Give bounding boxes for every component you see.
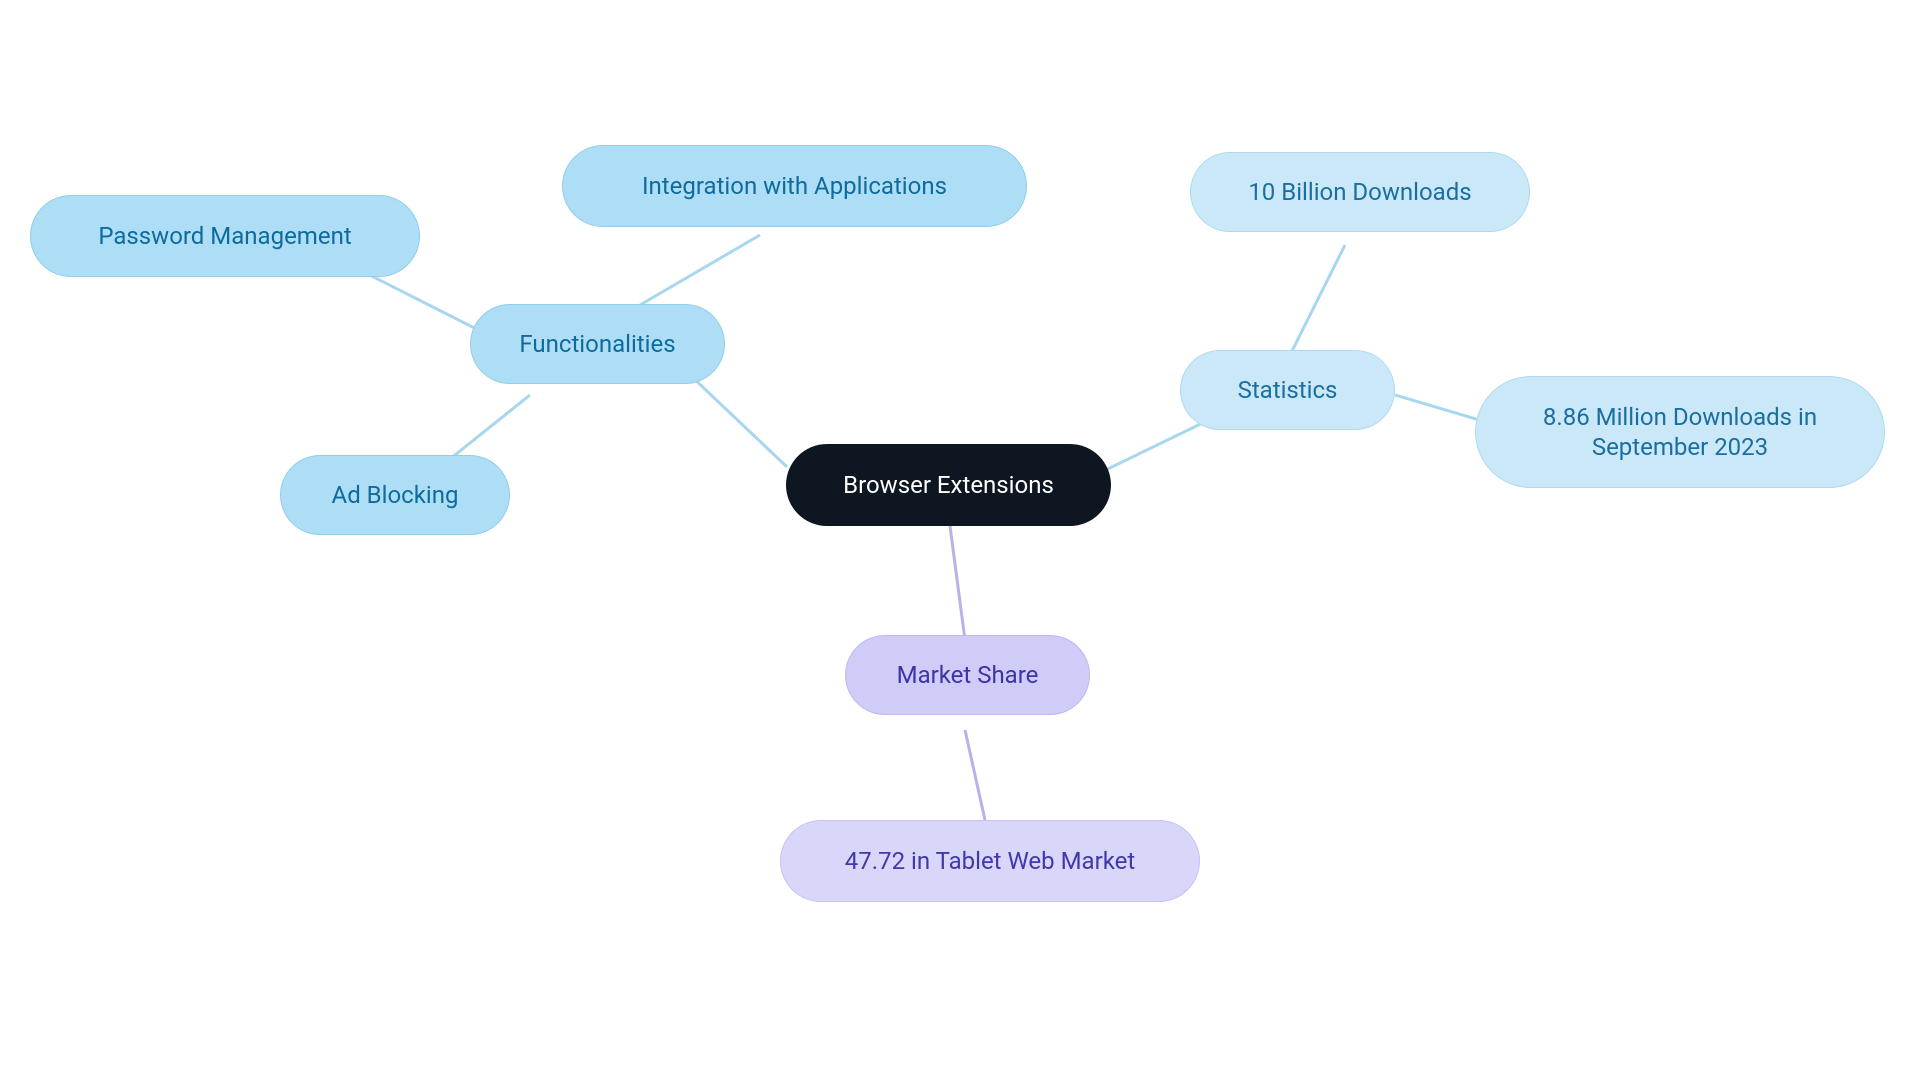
node-sept-2023-downloads[interactable]: 8.86 Million Downloads in September 2023 xyxy=(1475,376,1885,488)
node-label: Functionalities xyxy=(519,329,675,359)
node-label: 10 Billion Downloads xyxy=(1248,177,1471,207)
node-label: Browser Extensions xyxy=(843,470,1054,500)
node-label: 8.86 Million Downloads in September 2023 xyxy=(1543,402,1817,462)
node-ad-blocking[interactable]: Ad Blocking xyxy=(280,455,510,535)
node-label: Statistics xyxy=(1238,375,1338,405)
node-label: Integration with Applications xyxy=(642,171,947,201)
node-label: Market Share xyxy=(897,660,1039,690)
node-statistics[interactable]: Statistics xyxy=(1180,350,1395,430)
node-center-browser-extensions[interactable]: Browser Extensions xyxy=(786,444,1111,526)
node-label: Ad Blocking xyxy=(332,480,459,510)
node-label: Password Management xyxy=(98,221,351,251)
node-functionalities[interactable]: Functionalities xyxy=(470,304,725,384)
node-market-share[interactable]: Market Share xyxy=(845,635,1090,715)
node-ten-billion-downloads[interactable]: 10 Billion Downloads xyxy=(1190,152,1530,232)
node-password-management[interactable]: Password Management xyxy=(30,195,420,277)
node-label: 47.72 in Tablet Web Market xyxy=(845,846,1135,876)
node-tablet-web-market[interactable]: 47.72 in Tablet Web Market xyxy=(780,820,1200,902)
mindmap-canvas: Browser Extensions Functionalities Passw… xyxy=(0,0,1920,1083)
node-integration-with-applications[interactable]: Integration with Applications xyxy=(562,145,1027,227)
